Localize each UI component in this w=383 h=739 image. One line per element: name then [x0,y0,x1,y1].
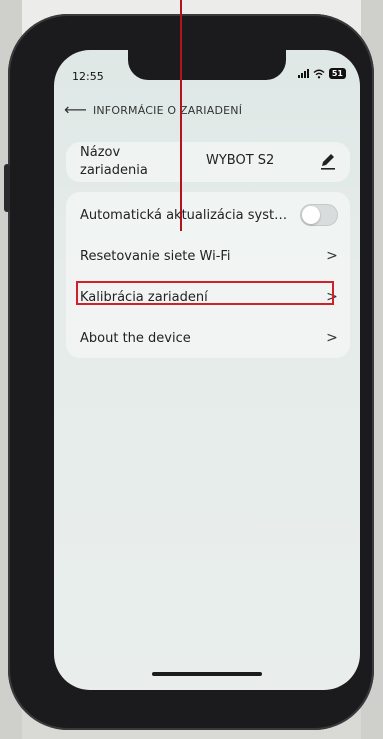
status-time: 12:55 [72,70,104,83]
device-name-card: Názov zariadenia WYBOT S2 [66,142,350,182]
setting-auto-update[interactable]: Automatická aktualizácia syst… [66,198,350,232]
device-name-value: WYBOT S2 [206,153,275,168]
signal-icon [297,69,309,78]
phone-frame: 12:55 51 ⟵ INFORMÁCIE O ZARIADENÍ Názov … [4,14,374,730]
setting-label: Automatická aktualizácia syst… [80,207,288,223]
chevron-right-icon: > [326,248,338,264]
device-name-label: Názov zariadenia [80,145,148,178]
setting-label: About the device [80,330,191,346]
wifi-icon [313,69,325,78]
home-indicator [152,672,262,676]
battery-icon: 51 [328,68,346,79]
toggle-knob [302,206,320,224]
status-icons: 51 [297,68,346,79]
pencil-icon[interactable] [318,151,338,171]
auto-update-toggle[interactable] [300,204,338,226]
notch [128,50,286,80]
back-arrow-icon[interactable]: ⟵ [64,102,87,118]
chevron-right-icon: > [326,330,338,346]
page-title: INFORMÁCIE O ZARIADENÍ [92,103,243,117]
setting-label: Resetovanie siete Wi-Fi [80,248,231,264]
settings-card: Automatická aktualizácia syst… Resetovan… [66,192,350,358]
setting-about[interactable]: About the device > [66,321,350,355]
calibration-highlight-box [76,281,334,305]
annotation-pointer-line [180,0,182,231]
setting-reset-wifi[interactable]: Resetovanie siete Wi-Fi > [66,239,350,273]
screen: 12:55 51 ⟵ INFORMÁCIE O ZARIADENÍ Názov … [54,50,360,690]
volume-button [4,164,10,212]
header: ⟵ INFORMÁCIE O ZARIADENÍ [64,102,242,118]
